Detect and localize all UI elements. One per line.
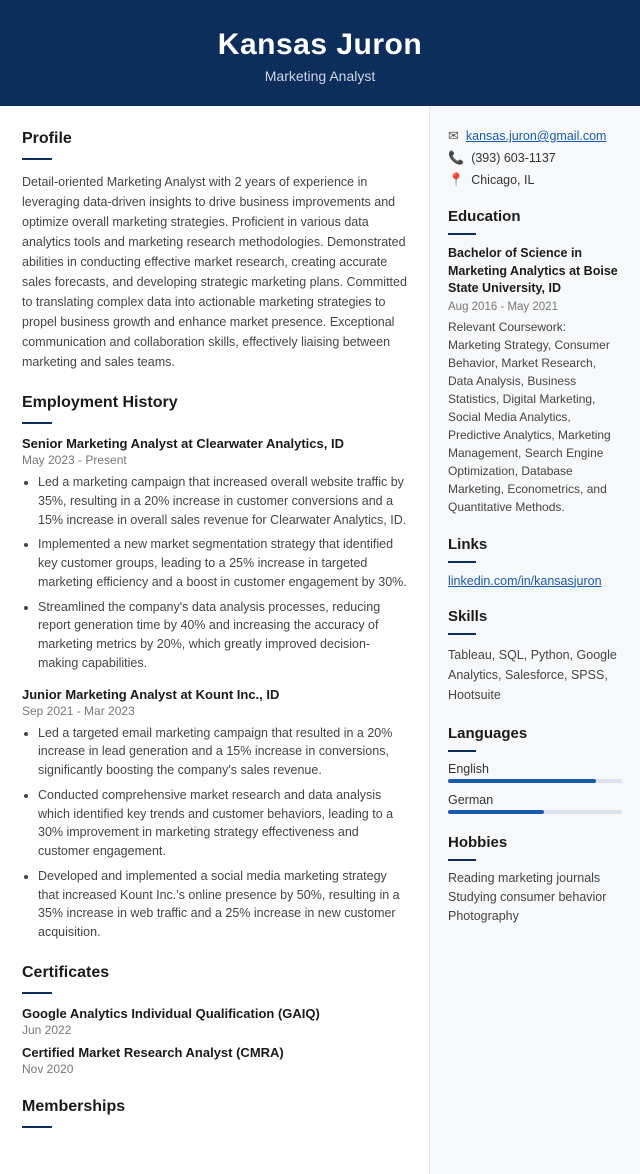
- certificates-divider: [22, 992, 52, 994]
- education-courses: Relevant Coursework: Marketing Strategy,…: [448, 318, 622, 516]
- location-text: Chicago, IL: [471, 173, 534, 187]
- job-1-bullets: Led a marketing campaign that increased …: [22, 473, 407, 673]
- education-date: Aug 2016 - May 2021: [448, 301, 622, 313]
- links-divider: [448, 561, 476, 563]
- education-degree: Bachelor of Science in Marketing Analyti…: [448, 245, 622, 298]
- cert-1-title: Google Analytics Individual Qualificatio…: [22, 1006, 407, 1021]
- education-section: Education Bachelor of Science in Marketi…: [448, 208, 622, 516]
- certificates-title: Certificates: [22, 964, 407, 986]
- job-1: Senior Marketing Analyst at Clearwater A…: [22, 436, 407, 673]
- right-column: ✉ kansas.juron@gmail.com 📞 (393) 603-113…: [430, 106, 640, 1174]
- job-2-bullet-3: Developed and implemented a social media…: [38, 867, 407, 942]
- languages-divider: [448, 750, 476, 752]
- languages-title: Languages: [448, 725, 622, 745]
- employment-title: Employment History: [22, 394, 407, 416]
- contact-email: ✉ kansas.juron@gmail.com: [448, 128, 622, 144]
- profile-text: Detail-oriented Marketing Analyst with 2…: [22, 172, 407, 372]
- skills-divider: [448, 633, 476, 635]
- email-link[interactable]: kansas.juron@gmail.com: [466, 129, 607, 143]
- language-english-bar-bg: [448, 779, 622, 783]
- job-1-bullet-3: Streamlined the company's data analysis …: [38, 598, 407, 673]
- certificates-section: Certificates Google Analytics Individual…: [22, 964, 407, 1076]
- job-2-bullets: Led a targeted email marketing campaign …: [22, 724, 407, 942]
- job-2: Junior Marketing Analyst at Kount Inc., …: [22, 687, 407, 942]
- contact-section: ✉ kansas.juron@gmail.com 📞 (393) 603-113…: [448, 128, 622, 188]
- employment-divider: [22, 422, 52, 424]
- phone-text: (393) 603-1137: [471, 151, 556, 165]
- phone-icon: 📞: [448, 150, 464, 166]
- links-section: Links linkedin.com/in/kansasjuron: [448, 536, 622, 588]
- profile-divider: [22, 158, 52, 160]
- languages-section: Languages English German: [448, 725, 622, 814]
- cert-2-date: Nov 2020: [22, 1062, 407, 1076]
- location-icon: 📍: [448, 172, 464, 188]
- memberships-divider: [22, 1126, 52, 1128]
- job-2-bullet-1: Led a targeted email marketing campaign …: [38, 724, 407, 780]
- cert-2-title: Certified Market Research Analyst (CMRA): [22, 1045, 407, 1060]
- skills-text: Tableau, SQL, Python, Google Analytics, …: [448, 645, 622, 705]
- job-1-bullet-2: Implemented a new market segmentation st…: [38, 535, 407, 591]
- linkedin-link[interactable]: linkedin.com/in/kansasjuron: [448, 574, 602, 588]
- hobby-2: Studying consumer behavior: [448, 890, 622, 904]
- profile-section: Profile Detail-oriented Marketing Analys…: [22, 130, 407, 372]
- education-divider: [448, 233, 476, 235]
- language-german-bar-bg: [448, 810, 622, 814]
- resume-header: Kansas Juron Marketing Analyst: [0, 0, 640, 106]
- email-icon: ✉: [448, 128, 459, 144]
- contact-location: 📍 Chicago, IL: [448, 172, 622, 188]
- skills-title: Skills: [448, 608, 622, 628]
- memberships-section: Memberships: [22, 1098, 407, 1128]
- job-2-bullet-2: Conducted comprehensive market research …: [38, 786, 407, 861]
- language-german-bar-fill: [448, 810, 544, 814]
- language-english-bar-fill: [448, 779, 596, 783]
- employment-section: Employment History Senior Marketing Anal…: [22, 394, 407, 942]
- skills-section: Skills Tableau, SQL, Python, Google Anal…: [448, 608, 622, 705]
- hobbies-section: Hobbies Reading marketing journals Study…: [448, 834, 622, 923]
- education-title: Education: [448, 208, 622, 228]
- hobbies-divider: [448, 859, 476, 861]
- job-2-date: Sep 2021 - Mar 2023: [22, 704, 407, 718]
- language-english: English: [448, 762, 622, 783]
- left-column: Profile Detail-oriented Marketing Analys…: [0, 106, 430, 1174]
- job-1-date: May 2023 - Present: [22, 453, 407, 467]
- hobbies-title: Hobbies: [448, 834, 622, 854]
- links-title: Links: [448, 536, 622, 556]
- hobby-3: Photography: [448, 909, 622, 923]
- language-german: German: [448, 793, 622, 814]
- language-english-name: English: [448, 762, 622, 776]
- memberships-title: Memberships: [22, 1098, 407, 1120]
- contact-phone: 📞 (393) 603-1137: [448, 150, 622, 166]
- candidate-name: Kansas Juron: [20, 28, 620, 62]
- cert-1-date: Jun 2022: [22, 1023, 407, 1037]
- main-content: Profile Detail-oriented Marketing Analys…: [0, 106, 640, 1174]
- job-1-title: Senior Marketing Analyst at Clearwater A…: [22, 436, 407, 451]
- hobby-1: Reading marketing journals: [448, 871, 622, 885]
- job-1-bullet-1: Led a marketing campaign that increased …: [38, 473, 407, 529]
- profile-title: Profile: [22, 130, 407, 152]
- language-german-name: German: [448, 793, 622, 807]
- job-2-title: Junior Marketing Analyst at Kount Inc., …: [22, 687, 407, 702]
- candidate-title: Marketing Analyst: [20, 68, 620, 84]
